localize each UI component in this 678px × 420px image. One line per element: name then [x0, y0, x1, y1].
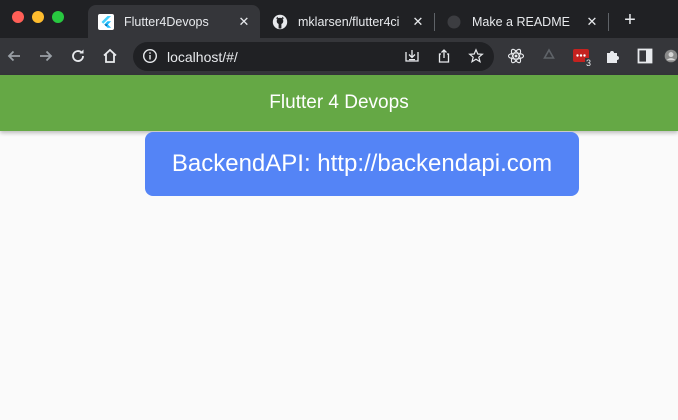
profile-avatar[interactable] — [664, 46, 678, 66]
window-minimize-button[interactable] — [32, 11, 44, 23]
github-icon — [272, 14, 288, 30]
url-text: localhost/#/ — [167, 49, 238, 65]
blank-page-icon — [446, 14, 462, 30]
forward-arrow-icon[interactable] — [36, 46, 56, 66]
tab-github-repo[interactable]: mklarsen/flutter4ci ✕ — [262, 5, 434, 38]
recycle-extension-icon[interactable] — [539, 46, 559, 66]
backend-api-label: BackendAPI: http://backendapi.com — [171, 150, 553, 177]
message-extension-icon[interactable]: 3 — [571, 46, 593, 68]
home-icon[interactable] — [100, 46, 120, 66]
tab-title: mklarsen/flutter4ci — [298, 14, 400, 29]
close-icon[interactable]: ✕ — [584, 14, 600, 30]
tab-separator — [608, 13, 609, 31]
react-devtools-icon[interactable] — [506, 46, 526, 66]
window-close-button[interactable] — [12, 11, 24, 23]
tab-title: Flutter4Devops — [124, 14, 209, 29]
tab-separator — [434, 13, 435, 31]
browser-toolbar: localhost/#/ 3 — [0, 38, 678, 75]
tab-make-readme[interactable]: Make a README ✕ — [436, 5, 608, 38]
install-app-icon[interactable] — [403, 47, 421, 65]
address-bar[interactable]: localhost/#/ — [133, 42, 494, 71]
reload-icon[interactable] — [68, 46, 88, 66]
site-info-icon[interactable] — [141, 47, 159, 65]
bookmark-star-icon[interactable] — [467, 47, 485, 65]
back-arrow-icon[interactable] — [4, 46, 24, 66]
tab-flutter4devops[interactable]: Flutter4Devops ✕ — [88, 5, 260, 38]
close-icon[interactable]: ✕ — [236, 14, 252, 30]
window-maximize-button[interactable] — [52, 11, 64, 23]
app-bar: Flutter 4 Devops — [0, 75, 678, 131]
share-icon[interactable] — [435, 47, 453, 65]
new-tab-button[interactable]: + — [620, 10, 640, 30]
extension-badge: 3 — [585, 58, 593, 68]
app-title: Flutter 4 Devops — [269, 92, 409, 113]
tab-title: Make a README — [472, 14, 570, 29]
side-panel-icon[interactable] — [635, 46, 655, 66]
close-icon[interactable]: ✕ — [410, 14, 426, 30]
extensions-puzzle-icon[interactable] — [603, 46, 623, 66]
backend-api-card: BackendAPI: http://backendapi.com — [145, 132, 579, 196]
flutter-icon — [98, 13, 114, 30]
browser-tab-strip: Flutter4Devops ✕ mklarsen/flutter4ci ✕ M… — [0, 0, 678, 38]
